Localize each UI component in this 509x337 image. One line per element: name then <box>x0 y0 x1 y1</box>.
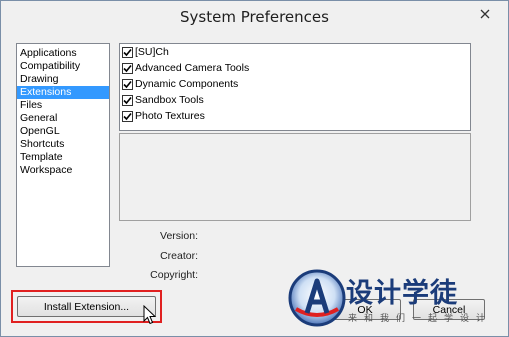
watermark-title: 设计学徒 <box>346 278 458 309</box>
category-item-extensions[interactable]: Extensions <box>17 86 109 99</box>
extension-row[interactable]: Photo Textures <box>120 108 470 124</box>
extension-row[interactable]: Sandbox Tools <box>120 92 470 108</box>
watermark-subtitle: 来和我们一起学设计 <box>348 314 493 324</box>
category-item-compatibility[interactable]: Compatibility <box>17 60 109 73</box>
extension-row[interactable]: Advanced Camera Tools <box>120 60 470 76</box>
checkmark-icon <box>123 64 132 72</box>
category-item-workspace[interactable]: Workspace <box>17 164 109 177</box>
watermark: 设计学徒 来和我们一起学设计 <box>284 265 508 335</box>
extension-checkbox[interactable] <box>122 62 133 74</box>
extension-checkbox[interactable] <box>122 110 133 122</box>
version-label: Version: <box>160 230 198 242</box>
close-icon <box>480 9 490 19</box>
category-item-files[interactable]: Files <box>17 99 109 112</box>
checkmark-icon <box>123 112 132 120</box>
close-button[interactable] <box>470 5 500 23</box>
title-bar: System Preferences <box>1 1 508 35</box>
category-item-general[interactable]: General <box>17 112 109 125</box>
extension-label: Advanced Camera Tools <box>135 62 250 74</box>
extension-label: [SU]Ch <box>135 46 169 58</box>
category-item-applications[interactable]: Applications <box>17 47 109 60</box>
extension-checkbox[interactable] <box>122 46 133 58</box>
extension-description-box <box>119 133 471 221</box>
extension-items: [SU]Ch Advanced Camera Tools Dynamic Compo… <box>120 44 470 124</box>
extension-checkbox[interactable] <box>122 78 133 90</box>
extension-row[interactable]: [SU]Ch <box>120 44 470 60</box>
extension-label: Photo Textures <box>135 110 205 122</box>
category-items: Applications Compatibility Drawing Extensio… <box>17 44 109 177</box>
extension-checkbox[interactable] <box>122 94 133 106</box>
extension-label: Dynamic Components <box>135 78 239 90</box>
copyright-label: Copyright: <box>150 269 198 281</box>
watermark-logo-icon <box>288 269 346 327</box>
category-item-shortcuts[interactable]: Shortcuts <box>17 138 109 151</box>
category-item-drawing[interactable]: Drawing <box>17 73 109 86</box>
checkmark-icon <box>123 96 132 104</box>
checkmark-icon <box>123 80 132 88</box>
mouse-cursor-icon <box>143 305 157 325</box>
extension-row[interactable]: Dynamic Components <box>120 76 470 92</box>
system-preferences-dialog: System Preferences Applications Compatibi… <box>0 0 509 337</box>
dialog-title: System Preferences <box>180 8 329 26</box>
install-button-highlight: Install Extension... <box>11 290 162 323</box>
category-item-template[interactable]: Template <box>17 151 109 164</box>
creator-label: Creator: <box>160 250 198 262</box>
checkmark-icon <box>123 48 132 56</box>
extensions-list[interactable]: [SU]Ch Advanced Camera Tools Dynamic Compo… <box>119 43 471 131</box>
category-item-opengl[interactable]: OpenGL <box>17 125 109 138</box>
category-list[interactable]: Applications Compatibility Drawing Extensio… <box>16 43 110 267</box>
install-extension-button[interactable]: Install Extension... <box>17 296 156 317</box>
extension-label: Sandbox Tools <box>135 94 204 106</box>
